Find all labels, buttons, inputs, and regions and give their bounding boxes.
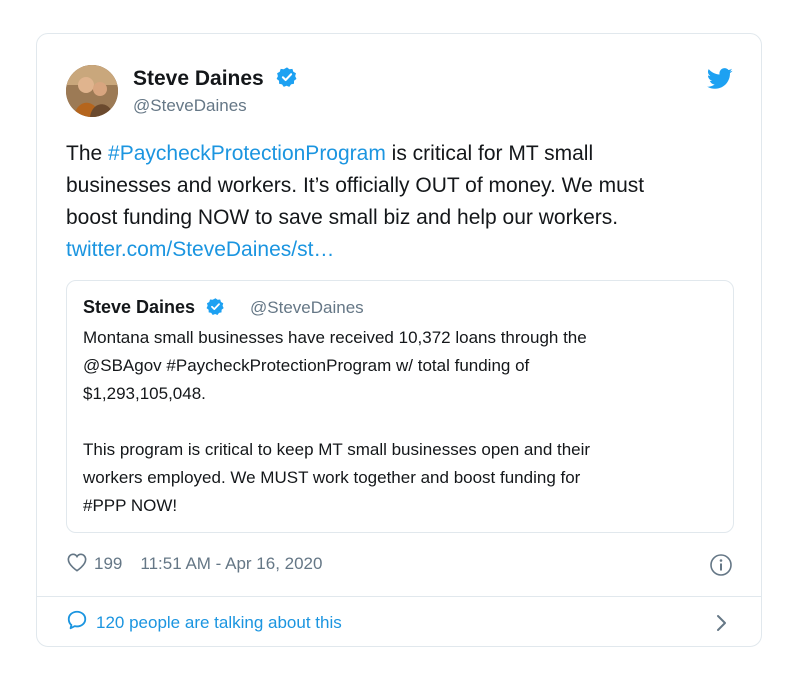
- timestamp-link[interactable]: 11:51 AM - Apr 16, 2020: [140, 554, 322, 574]
- author-name-text[interactable]: Steve Daines: [133, 67, 264, 90]
- tweet-meta: 199 11:51 AM - Apr 16, 2020: [66, 551, 322, 577]
- divider: [37, 596, 761, 597]
- talking-count-text[interactable]: 120 people are talking about this: [96, 613, 342, 633]
- author-handle[interactable]: @SteveDaines: [133, 96, 247, 116]
- tweet-line-1: The #PaycheckProtectionProgram is critic…: [66, 138, 736, 170]
- quoted-tweet[interactable]: Steve Daines @SteveDaines Montana small …: [66, 280, 734, 533]
- tweet-url-link[interactable]: twitter.com/SteveDaines/st…: [66, 234, 736, 266]
- info-icon[interactable]: [709, 553, 733, 582]
- tweet-line-2: businesses and workers. It’s officially …: [66, 174, 645, 197]
- tweet-card: Steve Daines @SteveDaines The #PaycheckP…: [36, 33, 762, 647]
- twitter-bird-icon[interactable]: [706, 68, 733, 95]
- chevron-right-icon[interactable]: [715, 613, 729, 638]
- quoted-tweet-text: Montana small businesses have received 1…: [83, 324, 723, 520]
- quoted-line-1: Montana small businesses have received 1…: [83, 328, 587, 347]
- avatar[interactable]: [66, 65, 118, 117]
- conversation-link[interactable]: 120 people are talking about this: [66, 609, 342, 636]
- tweet-text: The #PaycheckProtectionProgram is critic…: [66, 138, 736, 266]
- tweet-line-1-suffix: is critical for MT small: [385, 142, 594, 165]
- speech-bubble-icon: [66, 609, 88, 636]
- quoted-author-name-text: Steve Daines: [83, 297, 196, 317]
- like-count[interactable]: 199: [94, 554, 122, 574]
- tweet-line-1-prefix: The: [66, 142, 109, 165]
- quoted-line-3: $1,293,105,048.: [83, 384, 206, 403]
- hashtag-link[interactable]: #PaycheckProtectionProgram: [108, 142, 386, 165]
- quoted-line-6: #PPP NOW!: [83, 496, 178, 515]
- author-name[interactable]: Steve Daines: [133, 66, 298, 94]
- quoted-line-4: This program is critical to keep MT smal…: [83, 440, 591, 459]
- tweet-line-3: boost funding NOW to save small biz and …: [66, 206, 619, 229]
- quoted-line-2: @SBAgov #PaycheckProtectionProgram w/ to…: [83, 356, 530, 375]
- quoted-author-handle: @SteveDaines: [250, 298, 364, 317]
- quoted-line-5: workers employed. We MUST work together …: [83, 468, 581, 487]
- verified-badge-icon: [206, 297, 225, 321]
- heart-icon[interactable]: [66, 552, 88, 577]
- verified-badge-icon: [276, 66, 298, 94]
- quoted-author-name: Steve Daines: [83, 297, 225, 321]
